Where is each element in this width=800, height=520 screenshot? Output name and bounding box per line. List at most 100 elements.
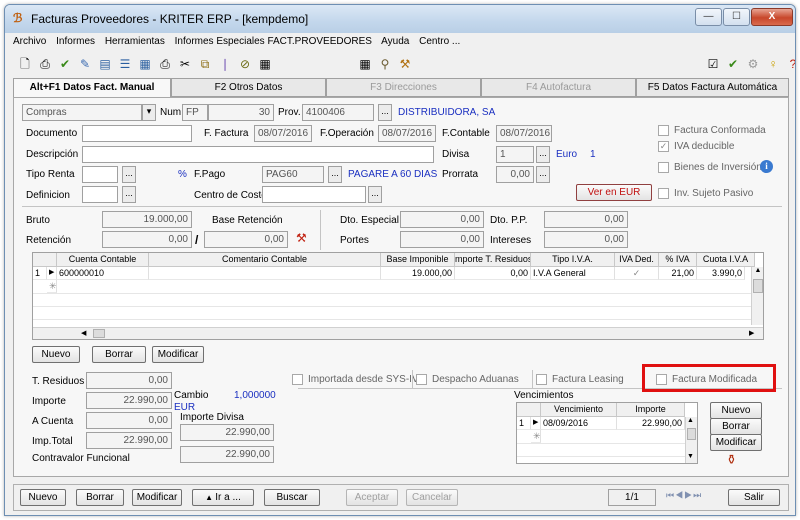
lines-grid-hscrollbar[interactable]: ◀ ▶: [33, 327, 763, 339]
cell-iva-ded-checkbox[interactable]: ✓: [615, 267, 659, 280]
grid-header-cuota[interactable]: Cuota I.V.A: [697, 253, 755, 267]
f-factura-field[interactable]: 08/07/2016: [254, 125, 312, 142]
info-icon[interactable]: i: [760, 160, 773, 173]
footer-modificar-button[interactable]: Modificar: [132, 489, 182, 506]
importe-divisa-field[interactable]: 22.990,00: [180, 424, 274, 441]
scroll-down-icon[interactable]: ▼: [687, 453, 694, 460]
importada-sys-checkbox[interactable]: [292, 374, 303, 385]
hscroll-thumb[interactable]: [93, 329, 105, 338]
footer-nuevo-button[interactable]: Nuevo: [20, 489, 66, 506]
grid-header-residuos[interactable]: mporte T. Residuos: [455, 253, 531, 267]
venc-header-vencimiento[interactable]: Vencimiento: [541, 403, 617, 417]
lines-grid[interactable]: Cuenta Contable Comentario Contable Base…: [32, 252, 764, 340]
retencion-value-field[interactable]: 0,00: [204, 231, 288, 248]
definicion-search-button[interactable]: ...: [122, 186, 136, 203]
scroll-left-icon[interactable]: ◀: [81, 329, 86, 337]
tab-datos-fact-manual[interactable]: Alt+F1 Datos Fact. Manual: [13, 78, 171, 98]
footer-buscar-button[interactable]: Buscar: [264, 489, 320, 506]
prev-record-icon[interactable]: ◀: [675, 490, 684, 500]
tipo-renta-field[interactable]: [82, 166, 118, 183]
fpago-code-field[interactable]: PAG60: [262, 166, 324, 183]
inv-sujeto-pasivo-checkbox[interactable]: [658, 188, 669, 199]
divisa-search-button[interactable]: ...: [536, 146, 550, 163]
edit-icon[interactable]: ✎: [77, 56, 93, 72]
cell-cuota[interactable]: 3.990,0: [697, 267, 745, 280]
t-residuos-field[interactable]: 0,00: [86, 372, 172, 389]
descripcion-field[interactable]: [82, 146, 434, 163]
contravalor-field[interactable]: 22.990,00: [180, 446, 274, 463]
tipo-select[interactable]: Compras: [22, 104, 142, 121]
dto-pp-field[interactable]: 0,00: [544, 211, 628, 228]
venc-vscrollbar[interactable]: ▲ ▼: [685, 417, 697, 463]
num-series-field[interactable]: FP: [182, 104, 208, 121]
help-icon[interactable]: ?: [785, 56, 795, 72]
scroll-up-icon[interactable]: ▲: [753, 267, 763, 277]
lines-grid-vscrollbar[interactable]: ▲: [751, 267, 763, 325]
scroll-thumb[interactable]: [753, 279, 763, 293]
menu-herramientas[interactable]: Herramientas: [105, 36, 165, 47]
cut-icon[interactable]: ✂: [177, 56, 193, 72]
factura-conformada-checkbox[interactable]: [658, 125, 669, 136]
first-record-icon[interactable]: ⏮: [666, 490, 675, 500]
copy-icon[interactable]: ⧉: [197, 56, 213, 72]
grid-header-pct-iva[interactable]: % IVA: [659, 253, 697, 267]
cell-residuos[interactable]: 0,00: [455, 267, 531, 280]
num-value-field[interactable]: 30: [208, 104, 274, 121]
chevron-down-icon[interactable]: ▾: [142, 104, 156, 121]
imp-total-field[interactable]: 22.990,00: [86, 432, 172, 449]
cell-tipo-iva[interactable]: I.V.A General: [531, 267, 615, 280]
clip-icon[interactable]: ⊘: [237, 56, 253, 72]
footer-salir-button[interactable]: Salir: [728, 489, 780, 506]
cell-pct-iva[interactable]: 21,00: [659, 267, 697, 280]
f-contable-field[interactable]: 08/07/2016: [496, 125, 552, 142]
centro-coste-search-button[interactable]: ...: [368, 186, 382, 203]
dto-especial-field[interactable]: 0,00: [400, 211, 484, 228]
footer-cancelar-button[interactable]: Cancelar: [406, 489, 458, 506]
footer-ir-a-button[interactable]: ▲ Ir a ...: [192, 489, 254, 506]
menu-informes[interactable]: Informes: [56, 36, 95, 47]
grid-header-base[interactable]: Base Imponible: [381, 253, 455, 267]
grid-borrar-button[interactable]: Borrar: [92, 346, 146, 363]
despacho-aduanas-checkbox[interactable]: [416, 374, 427, 385]
calendar-icon[interactable]: ▦: [257, 56, 273, 72]
printer-icon[interactable]: ⎙: [157, 56, 173, 72]
next-record-icon[interactable]: ▶: [684, 490, 693, 500]
list-icon[interactable]: ☰: [117, 56, 133, 72]
ver-en-eur-button[interactable]: Ver en EUR: [576, 184, 652, 201]
fpago-search-button[interactable]: ...: [328, 166, 342, 183]
tab-direcciones[interactable]: F3 Direcciones: [326, 78, 481, 97]
venc-header-importe[interactable]: Importe: [617, 403, 685, 417]
footer-aceptar-button[interactable]: Aceptar: [346, 489, 398, 506]
portes-field[interactable]: 0,00: [400, 231, 484, 248]
f-operacion-field[interactable]: 08/07/2016: [378, 125, 436, 142]
venc-cell-vencimiento[interactable]: 08/09/2016: [541, 417, 617, 430]
money-bag-icon[interactable]: ⚱: [726, 452, 737, 468]
venc-modificar-button[interactable]: Modificar: [710, 434, 762, 451]
centro-coste-field[interactable]: [262, 186, 366, 203]
tab-autofactura[interactable]: F4 Autofactura: [481, 78, 636, 97]
scroll-right-icon[interactable]: ▶: [749, 329, 754, 337]
cell-cuenta[interactable]: 600000010: [57, 267, 149, 280]
grid-header-tipo-iva[interactable]: Tipo I.V.A.: [531, 253, 615, 267]
prov-search-button[interactable]: ...: [378, 104, 392, 121]
lightbulb-icon[interactable]: ♀: [765, 56, 781, 72]
last-record-icon[interactable]: ⏭: [693, 490, 702, 500]
venc-borrar-button[interactable]: Borrar: [710, 418, 762, 435]
grid-modificar-button[interactable]: Modificar: [152, 346, 204, 363]
footer-borrar-button[interactable]: Borrar: [76, 489, 124, 506]
venc-nuevo-button[interactable]: Nuevo: [710, 402, 762, 419]
documento-field[interactable]: [82, 125, 192, 142]
minimize-button[interactable]: —: [695, 8, 722, 26]
iva-deducible-checkbox[interactable]: ✓: [658, 141, 669, 152]
preview-icon[interactable]: 🗋: [17, 56, 33, 72]
definicion-field[interactable]: [82, 186, 118, 203]
print-icon[interactable]: ⎙: [37, 56, 53, 72]
grid-header-comentario[interactable]: Comentario Contable: [149, 253, 381, 267]
intereses-field[interactable]: 0,00: [544, 231, 628, 248]
menu-archivo[interactable]: Archivo: [13, 36, 46, 47]
tools-icon[interactable]: ⚒: [397, 56, 413, 72]
title-bar[interactable]: ℬ Facturas Proveedores - KRITER ERP - [k…: [5, 5, 795, 33]
check-icon[interactable]: ✔: [57, 56, 73, 72]
bienes-inversion-checkbox[interactable]: [658, 162, 669, 173]
bruto-field[interactable]: 19.000,00: [102, 211, 192, 228]
